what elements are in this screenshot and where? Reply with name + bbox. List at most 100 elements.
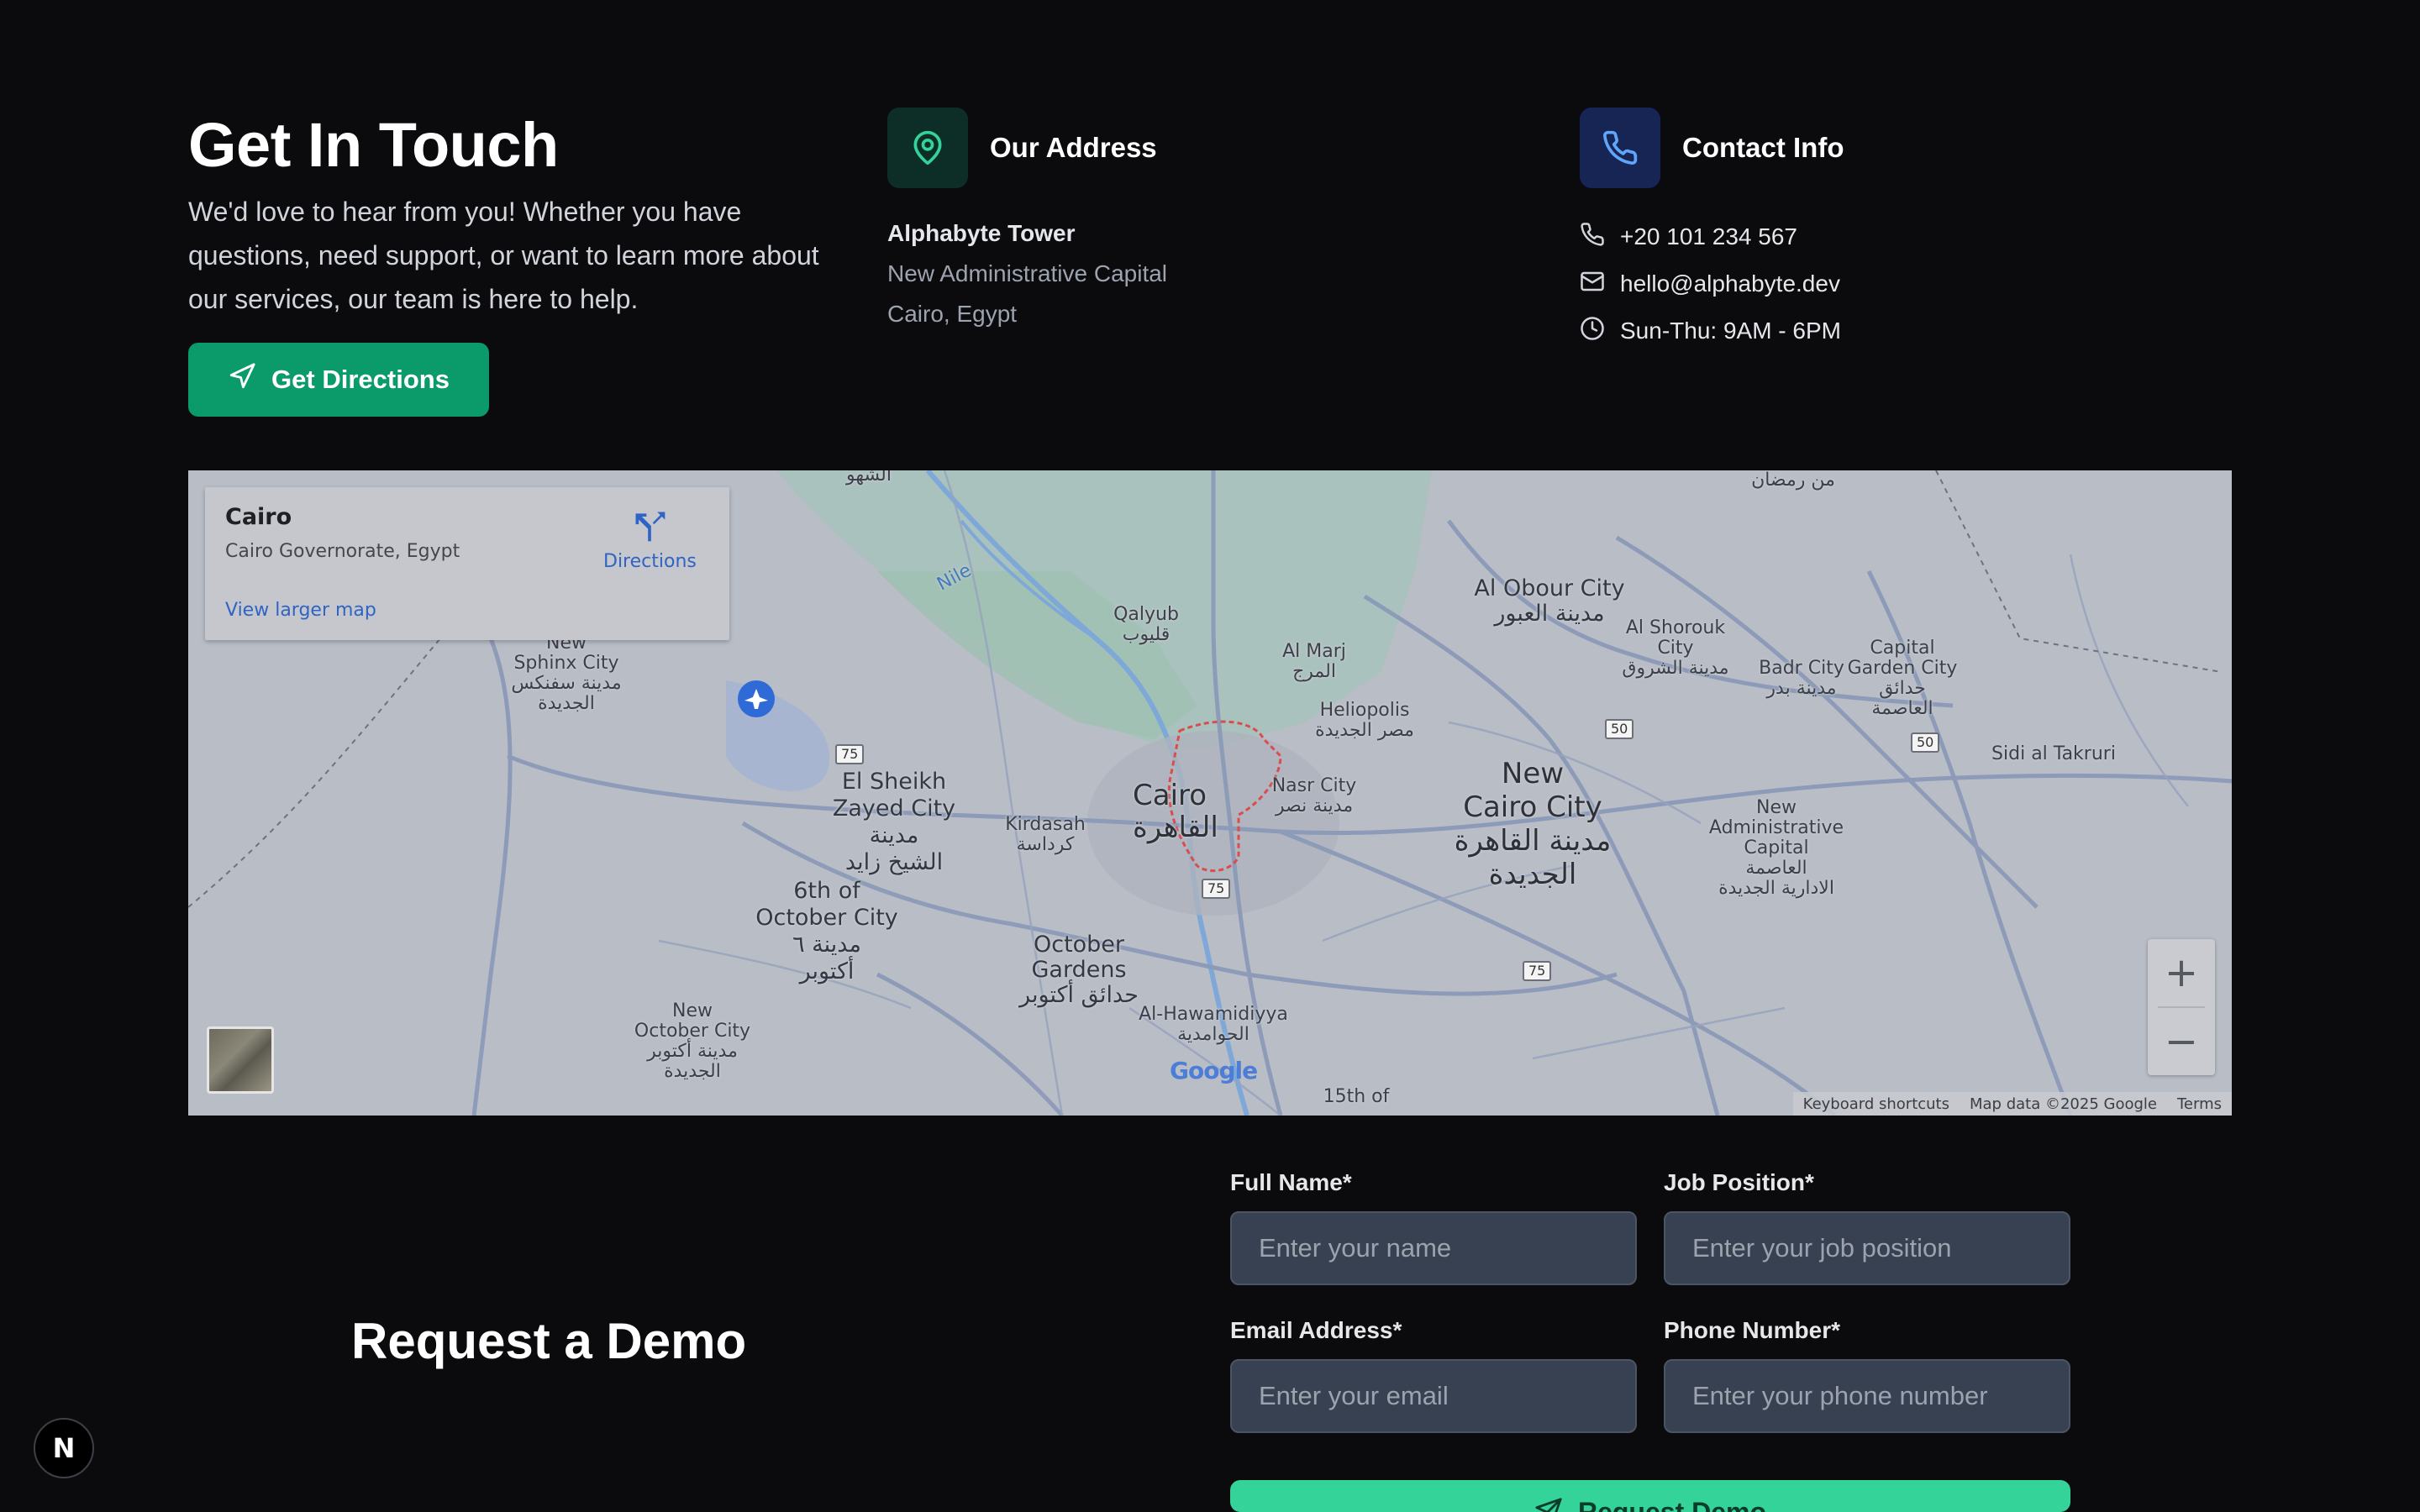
map-label-shorouk-2: City: [1657, 638, 1694, 659]
nextjs-dev-badge[interactable]: N: [34, 1418, 94, 1478]
phone-icon: [1580, 108, 1660, 188]
address-line-city: Cairo, Egypt: [887, 301, 1018, 327]
job-position-field: Job Position*: [1664, 1169, 2070, 1285]
send-icon: [1534, 1497, 1563, 1512]
google-logo-text: Google: [1170, 1057, 1258, 1084]
map-label-cairo-ar: القاهرة: [1133, 811, 1218, 844]
map-directions-label: Directions: [603, 551, 697, 572]
keyboard-shortcuts-link[interactable]: Keyboard shortcuts: [1793, 1095, 1960, 1113]
map-label-marj: Al Marj: [1282, 641, 1346, 662]
clock-icon: [1580, 316, 1605, 347]
map-label-nac-ar1: العاصمة: [1745, 858, 1807, 879]
map-label-nac-2: Administrative: [1708, 817, 1844, 838]
map-label-sheikh-ar2: الشيخ زايد: [844, 849, 944, 875]
map-place-name: Cairo: [225, 504, 292, 530]
view-larger-map-link[interactable]: View larger map: [225, 600, 376, 621]
map-label-cairo: Cairo: [1133, 779, 1207, 812]
map-label-gardens-1: October: [1033, 932, 1125, 958]
map-label-sheikh-ar1: مدينة: [869, 822, 919, 848]
contact-section: Contact Info +20 101 234 567 hello@alpha…: [1580, 108, 1844, 354]
map-label-new-cairo-ar1: مدينة القاهرة: [1454, 824, 1612, 858]
map-footer: Keyboard shortcuts Map data ©2025 Google…: [1792, 1092, 2232, 1116]
phone-label: Phone Number*: [1664, 1317, 1841, 1343]
address-line-district: New Administrative Capital: [887, 260, 1168, 286]
zoom-in-button[interactable]: +: [2148, 939, 2215, 1006]
map-label-sphinx-ar2: الجديدة: [538, 693, 595, 714]
map-label-new-cairo-1: New: [1501, 757, 1565, 790]
contact-page: Get In Touch We'd love to hear from you!…: [0, 0, 2420, 1512]
mail-icon: [1580, 269, 1605, 300]
map-label-newoct-1: New: [672, 1000, 713, 1021]
map-label-sheikh-2: Zayed City: [832, 795, 956, 822]
map-label-october-1: 6th of: [793, 878, 860, 904]
map-place-card: Cairo Cairo Governorate, Egypt View larg…: [205, 487, 729, 640]
map-label-shorouk-1: Al Shorouk: [1625, 617, 1726, 638]
full-name-input[interactable]: [1230, 1211, 1637, 1285]
map-label-qalyub: Qalyub: [1113, 604, 1179, 625]
map-directions-button[interactable]: Directions: [603, 507, 697, 572]
satellite-layer-toggle[interactable]: [207, 1026, 274, 1094]
map-label-newoct-ar2: الجديدة: [664, 1061, 721, 1082]
map-zoom-control: + −: [2148, 939, 2215, 1075]
contact-phone-text: +20 101 234 567: [1620, 223, 1797, 249]
map-label-heliopolis-ar: مصر الجديدة: [1315, 720, 1414, 741]
map-label-gardens-2: Gardens: [1031, 957, 1127, 983]
phone-small-icon: [1580, 222, 1605, 253]
address-section: Our Address Alphabyte Tower New Administ…: [887, 108, 1167, 334]
map-label-shorouk-ar: مدينة الشروق: [1622, 658, 1729, 679]
map-label-hawam-ar: الحوامدية: [1177, 1024, 1249, 1045]
contact-email-text: hello@alphabyte.dev: [1620, 270, 1840, 297]
request-demo-title: Request a Demo: [351, 1313, 747, 1369]
map-label-obour: Al Obour City: [1474, 575, 1625, 601]
map-label-sphinx-1: Sphinx City: [513, 653, 619, 674]
page-title: Get In Touch: [188, 110, 559, 180]
map-label-ramadan-ar: من رمضان: [1751, 470, 1835, 491]
contact-hours-text: Sun-Thu: 9AM - 6PM: [1620, 318, 1841, 344]
map-label-newoct-2: October City: [634, 1021, 751, 1042]
map-label-nac-ar2: الادارية الجديدة: [1718, 878, 1834, 899]
map-label-nac-3: Capital: [1744, 837, 1809, 858]
map-label-capgarden-1: Capital: [1870, 638, 1935, 659]
address-title: Our Address: [990, 132, 1157, 163]
full-name-field: Full Name*: [1230, 1169, 1637, 1285]
google-logo: Google: [1170, 1057, 1258, 1084]
road-shield-50-b: 50: [1911, 732, 1940, 753]
request-demo-label: Request Demo: [1577, 1497, 1767, 1512]
map-label-new-cairo-2: Cairo City: [1463, 790, 1602, 824]
map-label-hawam: Al-Hawamidiyya: [1139, 1004, 1288, 1025]
full-name-label: Full Name*: [1230, 1169, 1352, 1195]
request-demo-button[interactable]: Request Demo: [1230, 1480, 2070, 1512]
phone-field: Phone Number*: [1664, 1317, 2070, 1433]
map-data-attribution: Map data ©2025 Google: [1970, 1095, 2157, 1113]
map-label-kirdasah: Kirdasah: [1005, 814, 1086, 835]
map-label-october-2: October City: [755, 905, 898, 931]
map-label-october-ar1: مدينة ٦: [792, 932, 861, 958]
map-label-new-cairo-ar2: الجديدة: [1488, 858, 1577, 891]
address-line-building: Alphabyte Tower: [887, 220, 1076, 246]
road-shield-50-a: 50: [1605, 719, 1634, 739]
contact-email[interactable]: hello@alphabyte.dev: [1580, 260, 1844, 307]
terms-link[interactable]: Terms: [2167, 1095, 2232, 1113]
phone-input[interactable]: [1664, 1359, 2070, 1433]
map-label-capgarden-ar2: العاصمة: [1871, 698, 1933, 719]
map-label-october-ar2: أكتوبر: [799, 958, 855, 984]
get-directions-label: Get Directions: [271, 365, 450, 394]
map-label-sphinx-ar1: مدينة سفنكس: [511, 673, 622, 694]
job-position-input[interactable]: [1664, 1211, 2070, 1285]
email-label: Email Address*: [1230, 1317, 1402, 1343]
email-input[interactable]: [1230, 1359, 1637, 1433]
get-directions-button[interactable]: Get Directions: [188, 343, 489, 417]
road-shield-75-a: 75: [835, 744, 865, 764]
contact-hours: Sun-Thu: 9AM - 6PM: [1580, 307, 1844, 354]
contact-phone[interactable]: +20 101 234 567: [1580, 213, 1844, 260]
road-shield-75-c: 75: [1523, 961, 1552, 981]
map-label-capgarden-ar1: حدائق: [1879, 678, 1926, 699]
map-label-sahwa-ar: الشهو: [846, 470, 892, 486]
zoom-out-button[interactable]: −: [2148, 1008, 2215, 1075]
navigation-arrow-icon: [228, 362, 256, 397]
directions-icon: [631, 512, 668, 548]
map-label-takruri: Sidi al Takruri: [1991, 743, 2116, 764]
job-position-label: Job Position*: [1664, 1169, 1814, 1195]
map-label-fifteenth: 15th of: [1323, 1086, 1390, 1107]
embedded-map[interactable]: Cairo القاهرة New Cairo City مدينة القاه…: [188, 470, 2232, 1116]
